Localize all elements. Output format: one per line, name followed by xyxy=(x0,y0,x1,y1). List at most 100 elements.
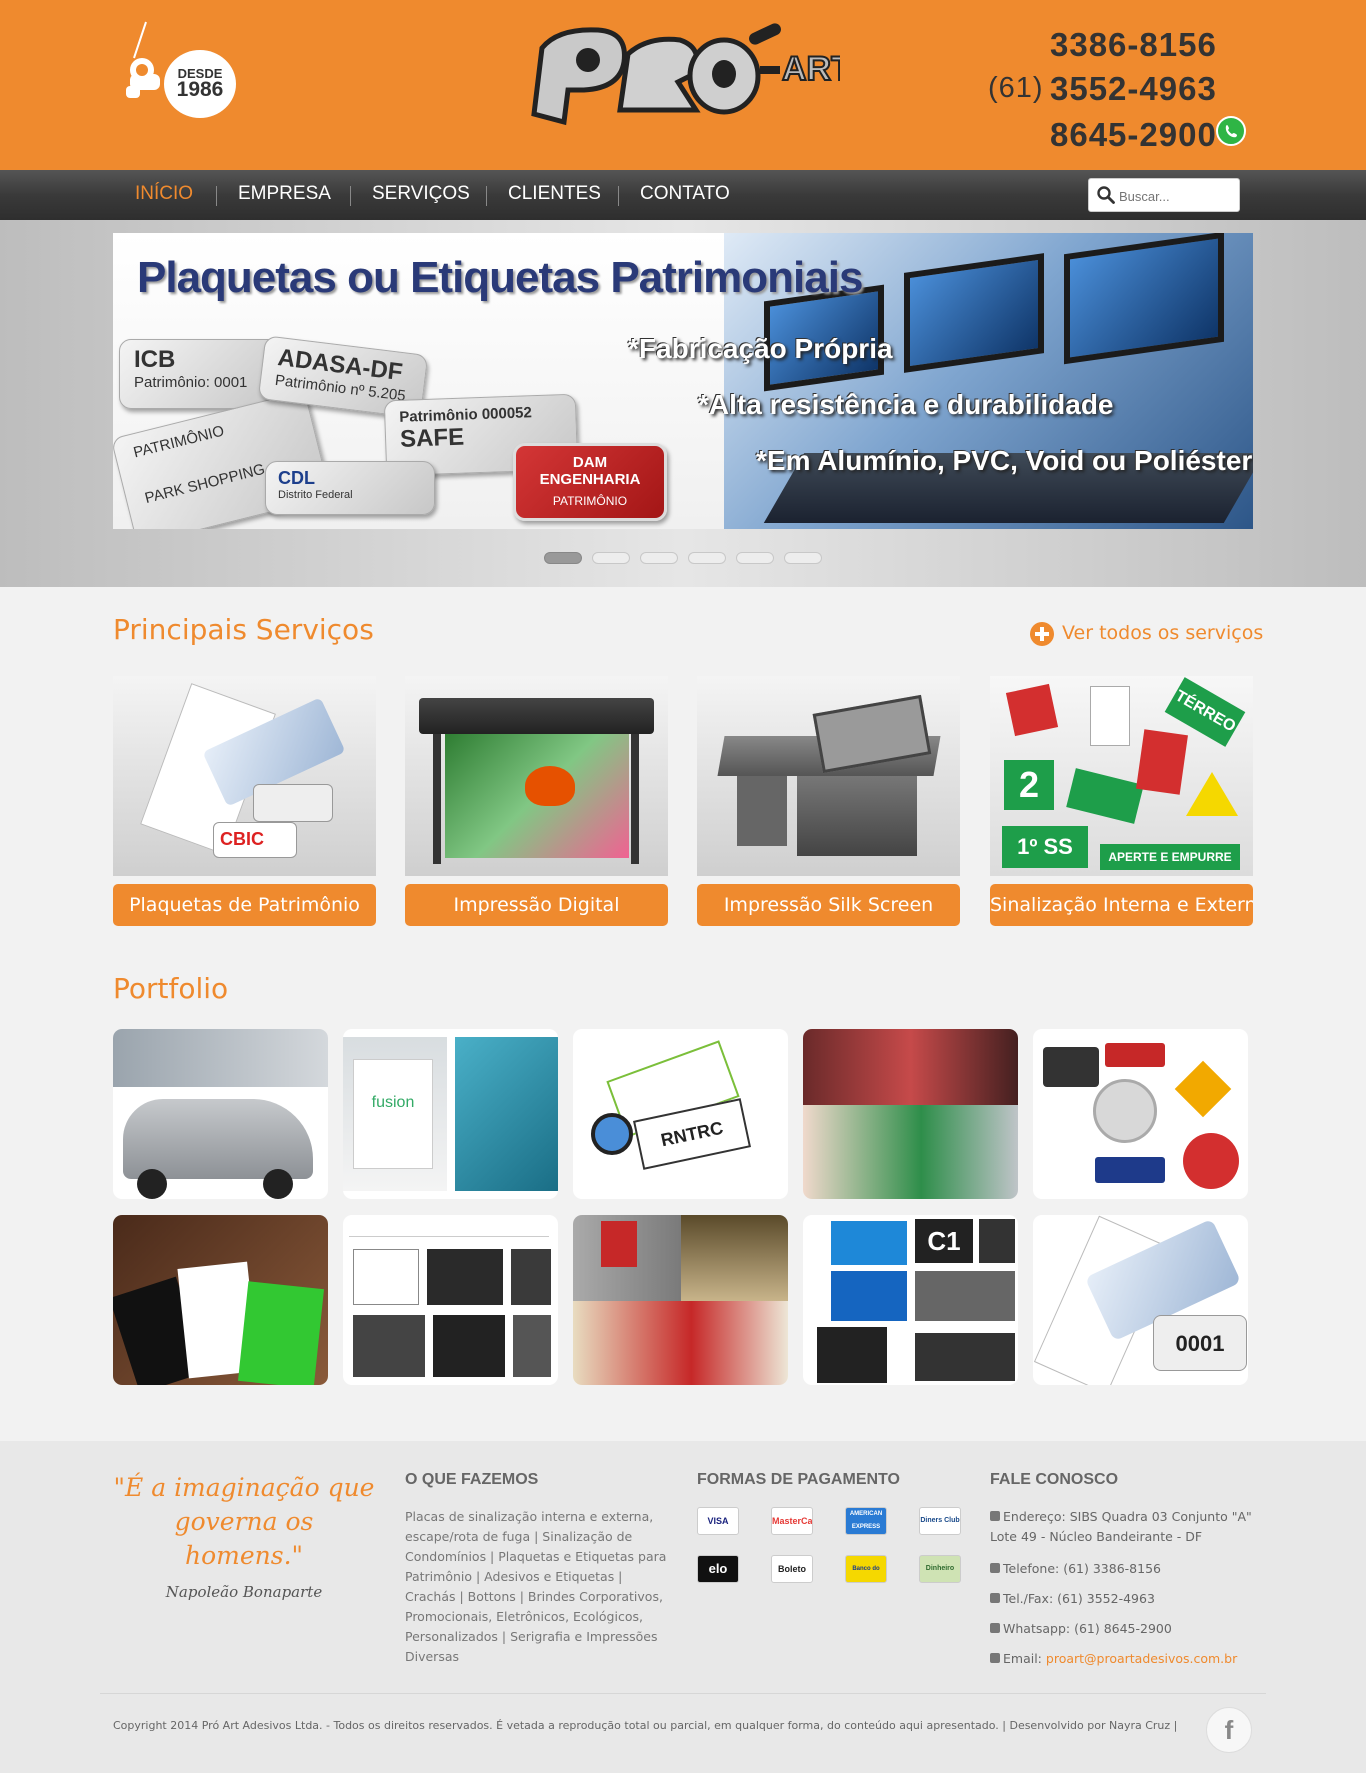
portfolio-item-10[interactable]: 0001 xyxy=(1033,1215,1248,1385)
portfolio-item-9[interactable]: C1 xyxy=(803,1215,1018,1385)
hero-slider: ICB Patrimônio: 0001 PATRIMÔNIO PARK SHO… xyxy=(0,220,1366,587)
service-button-impressao-digital[interactable]: Impressão Digital xyxy=(405,884,668,926)
footer-address: Endereço: SIBS Quadra 03 Conjunto "A" Lo… xyxy=(990,1507,1260,1547)
footer-phone: Telefone: (61) 3386-8156 xyxy=(990,1559,1260,1579)
slider-dot-5[interactable] xyxy=(736,552,774,564)
footer-phone-text: Telefone: (61) 3386-8156 xyxy=(1003,1561,1161,1576)
portfolio-item-4[interactable] xyxy=(803,1029,1018,1199)
nav-divider xyxy=(216,186,217,206)
mastercard-icon: MasterCard xyxy=(771,1507,813,1535)
footer-quote: "É a imaginação que governa os homens." xyxy=(113,1473,375,1570)
banner-title: Plaquetas ou Etiquetas Patrimoniais xyxy=(137,253,863,302)
service-button-silk-screen[interactable]: Impressão Silk Screen xyxy=(697,884,960,926)
whatsapp-icon[interactable] xyxy=(1216,116,1246,146)
plate-icb-sub: Patrimônio: 0001 xyxy=(134,374,248,391)
services-title: Principais Serviços xyxy=(113,613,374,646)
site-footer: "É a imaginação que governa os homens." … xyxy=(0,1441,1366,1773)
slider-dot-3[interactable] xyxy=(640,552,678,564)
nav-divider xyxy=(350,186,351,206)
slider-dot-2[interactable] xyxy=(592,552,630,564)
footer-copyright: Copyright 2014 Pró Art Adesivos Ltda. - … xyxy=(113,1719,1178,1732)
site-header: DESDE 1986 ART 3386-8156 (61) 3552-4963 … xyxy=(0,0,1366,170)
diners-icon: Diners Club xyxy=(919,1507,961,1535)
plus-circle-icon xyxy=(1030,622,1054,646)
slider-dot-4[interactable] xyxy=(688,552,726,564)
footer-telfax: Tel./Fax: (61) 3552-4963 xyxy=(990,1589,1260,1609)
portfolio-item-7[interactable] xyxy=(343,1215,558,1385)
facebook-icon[interactable]: f xyxy=(1206,1707,1252,1753)
service-button-sinalizacao[interactable]: Sinalização Interna e Externa xyxy=(990,884,1253,926)
area-code: (61) xyxy=(988,72,1044,104)
footer-contact-title: FALE CONOSCO xyxy=(990,1471,1119,1488)
service-image-plaquetas: CBIC xyxy=(113,676,376,876)
since-stamp: DESDE 1986 xyxy=(164,50,236,118)
proart-logo[interactable]: ART xyxy=(528,18,853,134)
service-image-impressao-digital xyxy=(405,676,668,876)
plate-dam-sub: PATRIMÔNIO xyxy=(552,494,628,508)
portfolio-item-1[interactable] xyxy=(113,1029,328,1199)
user-icon xyxy=(990,1593,1000,1603)
phone-1[interactable]: 3386-8156 xyxy=(1050,26,1217,64)
amex-icon: AMERICAN EXPRESS xyxy=(845,1507,887,1535)
nav-item-clientes[interactable]: CLIENTES xyxy=(508,183,601,205)
slider-dot-6[interactable] xyxy=(784,552,822,564)
footer-email-label: Email: xyxy=(1003,1651,1042,1666)
search-input[interactable] xyxy=(1119,184,1235,208)
footer-payment-title: FORMAS DE PAGAMENTO xyxy=(697,1471,900,1488)
nav-item-empresa[interactable]: EMPRESA xyxy=(238,183,331,205)
portfolio-item-3[interactable]: RNTRC xyxy=(573,1029,788,1199)
envelope-icon xyxy=(990,1653,1000,1663)
portfolio-item-2[interactable]: fusion xyxy=(343,1029,558,1199)
phone-3[interactable]: 8645-2900 xyxy=(1050,116,1217,154)
service-button-plaquetas[interactable]: Plaquetas de Patrimônio xyxy=(113,884,376,926)
service-image-silk-screen xyxy=(697,676,960,876)
mobile-icon xyxy=(990,1623,1000,1633)
phone-2[interactable]: 3552-4963 xyxy=(1050,70,1217,108)
plate-dam-title: DAM ENGENHARIA xyxy=(539,454,641,488)
footer-whatsapp: Whatsapp: (61) 8645-2900 xyxy=(990,1619,1260,1639)
portfolio-item-8[interactable] xyxy=(573,1215,788,1385)
plate-cdl: CDL Distrito Federal xyxy=(265,461,435,515)
nav-item-contato[interactable]: CONTATO xyxy=(640,183,730,205)
plate-icb-title: ICB xyxy=(134,346,176,373)
footer-telfax-text: Tel./Fax: (61) 3552-4963 xyxy=(1003,1591,1155,1606)
boleto-icon: Boleto xyxy=(771,1555,813,1583)
map-marker-icon xyxy=(990,1511,1000,1521)
banner-line-1: *Fabricação Própria xyxy=(628,333,893,364)
footer-whatsapp-text: Whatsapp: (61) 8645-2900 xyxy=(1003,1621,1172,1636)
footer-what-title: O QUE FAZEMOS xyxy=(405,1471,539,1488)
footer-email-link[interactable]: proart@proartadesivos.com.br xyxy=(1046,1651,1237,1666)
plate-cdl-title: CDL xyxy=(278,468,315,488)
cash-icon: Dinheiro xyxy=(919,1555,961,1583)
footer-what-text: Placas de sinalização interna e externa,… xyxy=(405,1509,667,1664)
hero-banner[interactable]: ICB Patrimônio: 0001 PATRIMÔNIO PARK SHO… xyxy=(113,233,1253,529)
svg-text:ART: ART xyxy=(782,50,840,88)
banner-line-2: *Alta resistência e durabilidade xyxy=(698,389,1114,420)
since-1986-badge: DESDE 1986 xyxy=(112,18,242,118)
plate-dam: DAM ENGENHARIA PATRIMÔNIO xyxy=(513,443,667,521)
badge-year: 1986 xyxy=(176,78,224,101)
portfolio-item-5[interactable] xyxy=(1033,1029,1248,1199)
monitor-graphic xyxy=(904,253,1044,373)
monitor-graphic xyxy=(1064,233,1224,365)
banner-line-3: *Em Alumínio, PVC, Void ou Poliéster xyxy=(756,445,1253,476)
see-all-label: Ver todos os serviços xyxy=(1062,622,1264,644)
plate-park-sub: PATRIMÔNIO xyxy=(131,422,226,462)
main-nav: INÍCIO EMPRESA SERVIÇOS CLIENTES CONTATO xyxy=(0,170,1366,220)
nav-divider xyxy=(618,186,619,206)
portfolio-item-6[interactable] xyxy=(113,1215,328,1385)
search-icon[interactable] xyxy=(1097,186,1115,204)
slider-dot-1[interactable] xyxy=(544,552,582,564)
nav-item-servicos[interactable]: SERVIÇOS xyxy=(372,183,470,205)
nav-divider xyxy=(486,186,487,206)
nav-item-inicio[interactable]: INÍCIO xyxy=(135,183,193,205)
portfolio-title: Portfolio xyxy=(113,972,229,1005)
search-box xyxy=(1088,178,1240,212)
phone-numbers: 3386-8156 (61) 3552-4963 8645-2900 xyxy=(980,24,1260,154)
footer-divider xyxy=(100,1693,1266,1694)
visa-icon: VISA xyxy=(697,1507,739,1535)
elo-icon: elo xyxy=(697,1555,739,1583)
footer-email: Email: proart@proartadesivos.com.br xyxy=(990,1649,1260,1669)
phone-icon xyxy=(990,1563,1000,1573)
banco-do-brasil-icon: Banco do Brasil xyxy=(845,1555,887,1583)
